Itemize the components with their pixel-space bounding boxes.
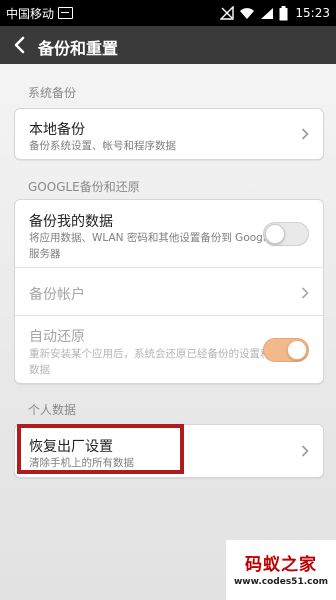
backup-my-data-title: 备份我的数据 [29, 214, 113, 230]
chevron-right-icon [301, 128, 309, 140]
local-backup-title: 本地备份 [29, 122, 85, 138]
clock-time: 15:23 [295, 6, 330, 20]
status-icons: 15:23 [220, 3, 330, 23]
auto-restore-item[interactable]: 自动还原 重新安装某个应用后，系统会还原已经备份的设置和数据 [15, 315, 323, 384]
toggle-knob [287, 340, 307, 360]
chevron-left-icon[interactable] [11, 36, 29, 54]
auto-restore-title: 自动还原 [29, 329, 85, 345]
carrier-name: 中国移动 [6, 7, 55, 21]
no-signal-icon [220, 6, 235, 20]
auto-restore-toggle[interactable] [263, 338, 309, 362]
backup-my-data-item[interactable]: 备份我的数据 将应用数据、WLAN 密码和其他设置备份到 Google 服务器 [15, 200, 323, 267]
battery-icon [279, 5, 288, 21]
backup-account-item[interactable]: 备份帐户 [15, 267, 323, 316]
section-header-system-backup: 系统备份 [28, 86, 77, 100]
watermark-url: www.codes51.com [233, 577, 329, 587]
action-bar: 备份和重置 [0, 26, 336, 64]
page-title: 备份和重置 [38, 39, 119, 58]
auto-restore-subtitle: 重新安装某个应用后，系统会还原已经备份的设置和数据 [29, 348, 271, 376]
chevron-right-icon [301, 445, 309, 457]
highlight-box [17, 424, 184, 474]
card-system-backup: 本地备份 备份系统设置、帐号和程序数据 [14, 108, 324, 160]
local-backup-item[interactable]: 本地备份 备份系统设置、帐号和程序数据 [15, 109, 323, 159]
wifi-icon [239, 7, 255, 20]
watermark-title: 码蚁之家 [245, 555, 317, 575]
watermark: 码蚁之家 www.codes51.com [226, 540, 336, 600]
signal-icon [260, 7, 274, 20]
backup-my-data-subtitle: 将应用数据、WLAN 密码和其他设置备份到 Google 服务器 [29, 232, 273, 260]
card-google: 备份我的数据 将应用数据、WLAN 密码和其他设置备份到 Google 服务器 … [14, 199, 324, 384]
status-bar: 中国移动 15:23 [0, 0, 336, 26]
message-icon [58, 7, 73, 19]
backup-account-title: 备份帐户 [29, 287, 85, 303]
backup-my-data-toggle[interactable] [263, 222, 309, 246]
local-backup-subtitle: 备份系统设置、帐号和程序数据 [29, 140, 176, 152]
section-header-personal-data: 个人数据 [28, 403, 77, 417]
chevron-right-icon [301, 287, 309, 299]
section-header-google: GOOGLE备份和还原 [28, 180, 140, 194]
toggle-knob [265, 224, 285, 244]
